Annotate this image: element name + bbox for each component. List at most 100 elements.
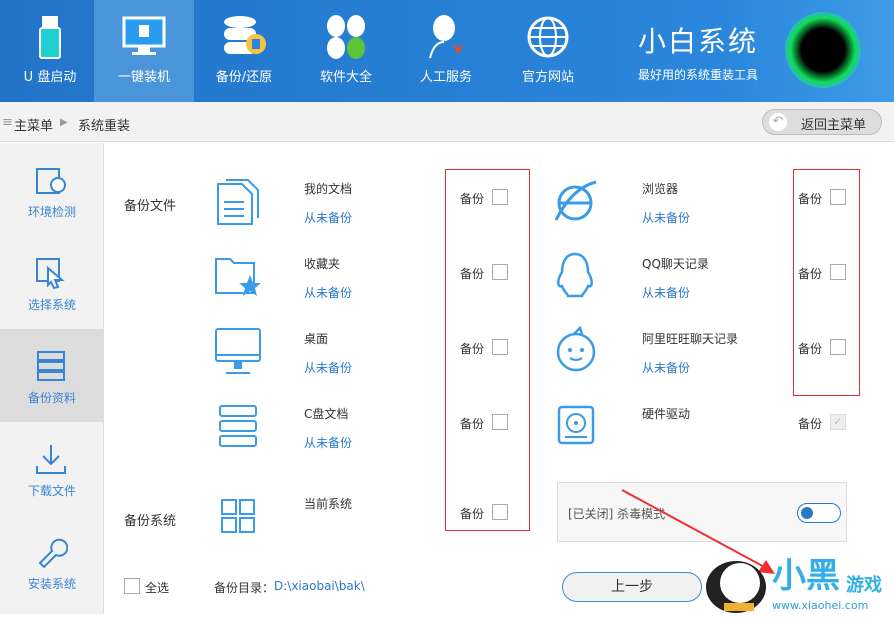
sidebar-item-select-system[interactable]: 选择系统 bbox=[0, 236, 104, 329]
back-to-main-button[interactable]: ↶ 返回主菜单 bbox=[762, 109, 882, 135]
sidebar-item-backup-data[interactable]: 备份资料 bbox=[0, 329, 104, 422]
backup-c-drive-checkbox[interactable] bbox=[492, 414, 508, 430]
usb-icon bbox=[28, 14, 72, 60]
sidebar-label: 安装系统 bbox=[27, 577, 76, 591]
backup-label: 备份 bbox=[460, 342, 485, 356]
menu-lines-icon: ≡ bbox=[2, 115, 13, 130]
monitor-windows-icon bbox=[122, 14, 166, 60]
sidebar: 环境检测 选择系统 备份资料 下载文件 安装系统 bbox=[0, 143, 104, 614]
document-icon bbox=[214, 178, 262, 226]
favorites-folder-icon bbox=[214, 255, 262, 297]
backup-label: 备份 bbox=[798, 342, 823, 356]
brand: 小白系统 最好用的系统重装工具 bbox=[638, 20, 758, 83]
backup-label: 备份 bbox=[460, 507, 485, 521]
nav-label: 官方网站 bbox=[521, 70, 574, 85]
undo-icon: ↶ bbox=[769, 113, 787, 131]
sidebar-label: 下载文件 bbox=[27, 484, 76, 498]
select-all-label: 全选 bbox=[145, 581, 170, 595]
item-status: 从未备份 bbox=[304, 361, 353, 375]
app-logo-icon bbox=[785, 12, 861, 88]
item-status: 从未备份 bbox=[642, 211, 691, 225]
browser-ie-icon bbox=[552, 178, 598, 224]
backup-label: 备份 bbox=[460, 267, 485, 281]
backup-browser-checkbox[interactable] bbox=[830, 189, 846, 205]
backup-drivers-checkbox-disabled: ✓ bbox=[830, 414, 846, 430]
server-icon bbox=[34, 349, 68, 383]
backup-my-documents-checkbox[interactable] bbox=[492, 189, 508, 205]
sidebar-label: 选择系统 bbox=[27, 298, 76, 312]
antivirus-mode-toggle[interactable] bbox=[797, 503, 841, 523]
item-status: 从未备份 bbox=[304, 211, 353, 225]
nav-label: 人工服务 bbox=[419, 70, 472, 85]
back-label: 返回主菜单 bbox=[801, 118, 867, 133]
brand-title: 小白系统 bbox=[638, 25, 759, 58]
backup-qq-checkbox[interactable] bbox=[830, 264, 846, 280]
nav-usb-boot[interactable]: U 盘启动 bbox=[0, 0, 100, 102]
backup-label: 备份 bbox=[460, 192, 485, 206]
nav-label: U 盘启动 bbox=[23, 70, 77, 85]
backup-label: 备份 bbox=[798, 267, 823, 281]
svg-text:游戏: 游戏 bbox=[846, 574, 882, 596]
item-name: 浏览器 bbox=[642, 182, 679, 196]
backup-aliwangwang-checkbox[interactable] bbox=[830, 339, 846, 355]
backup-favorites-checkbox[interactable] bbox=[492, 264, 508, 280]
cursor-icon bbox=[34, 256, 68, 290]
item-name: C盘文档 bbox=[304, 407, 349, 421]
watermark: 小黑 游戏 www.xiaohei.com bbox=[700, 545, 894, 614]
svg-text:小黑: 小黑 bbox=[772, 556, 840, 596]
item-name: QQ聊天记录 bbox=[642, 257, 709, 271]
nav-label: 一键装机 bbox=[117, 70, 170, 85]
sidebar-item-install[interactable]: 安装系统 bbox=[0, 515, 104, 608]
backup-label: 备份 bbox=[798, 192, 823, 206]
backup-dir-link[interactable]: D:\xiaobai\bak\ bbox=[274, 579, 365, 593]
nav-software[interactable]: 软件大全 bbox=[296, 0, 396, 102]
section-backup-files: 备份文件 bbox=[124, 199, 177, 214]
chevron-right-icon: ▶ bbox=[60, 117, 68, 128]
sidebar-item-env-check[interactable]: 环境检测 bbox=[0, 143, 104, 236]
sidebar-label: 备份资料 bbox=[27, 391, 76, 405]
top-bar: U 盘启动 一键装机 备份/还原 软件大全 人工服务 官方网站 小白系统 最好用… bbox=[0, 0, 894, 102]
download-icon bbox=[34, 442, 68, 476]
item-name: 收藏夹 bbox=[304, 257, 341, 271]
item-name: 当前系统 bbox=[304, 497, 353, 511]
backup-label: 备份 bbox=[798, 417, 823, 431]
breadcrumb: ≡ 主菜单 ▶ 系统重装 ↶ 返回主菜单 bbox=[0, 102, 894, 142]
nav-label: 软件大全 bbox=[319, 70, 372, 85]
clover-icon bbox=[324, 14, 368, 60]
breadcrumb-current: 系统重装 bbox=[78, 119, 131, 134]
aliwangwang-icon bbox=[554, 325, 598, 374]
svg-text:www.xiaohei.com: www.xiaohei.com bbox=[772, 599, 868, 612]
globe-icon bbox=[526, 14, 570, 60]
desktop-monitor-icon bbox=[214, 327, 262, 375]
qq-penguin-icon bbox=[554, 250, 596, 300]
drive-stack-icon bbox=[218, 404, 258, 448]
nav-website[interactable]: 官方网站 bbox=[498, 0, 598, 102]
database-icon bbox=[222, 14, 266, 60]
backup-desktop-checkbox[interactable] bbox=[492, 339, 508, 355]
gear-box-icon bbox=[34, 163, 68, 197]
nav-support[interactable]: 人工服务 bbox=[396, 0, 496, 102]
item-name: 硬件驱动 bbox=[642, 407, 691, 421]
windows-icon bbox=[220, 498, 256, 534]
section-backup-system: 备份系统 bbox=[124, 514, 177, 529]
breadcrumb-home[interactable]: 主菜单 bbox=[14, 115, 53, 134]
backup-current-system-checkbox[interactable] bbox=[492, 504, 508, 520]
nav-one-click-install[interactable]: 一键装机 bbox=[94, 0, 194, 102]
item-name: 我的文档 bbox=[304, 182, 353, 196]
item-status: 从未备份 bbox=[642, 286, 691, 300]
toggle-knob bbox=[801, 507, 813, 519]
item-name: 阿里旺旺聊天记录 bbox=[642, 332, 739, 346]
item-name: 桌面 bbox=[304, 332, 329, 346]
backup-dir-label: 备份目录： bbox=[214, 581, 275, 595]
hard-drive-icon bbox=[557, 405, 595, 445]
brand-subtitle: 最好用的系统重装工具 bbox=[638, 68, 759, 82]
person-heart-icon bbox=[424, 14, 468, 60]
nav-label: 备份/还原 bbox=[215, 70, 273, 85]
sidebar-label: 环境检测 bbox=[27, 205, 76, 219]
select-all-checkbox[interactable] bbox=[124, 578, 140, 594]
backup-label: 备份 bbox=[460, 417, 485, 431]
item-status: 从未备份 bbox=[642, 361, 691, 375]
sidebar-item-download[interactable]: 下载文件 bbox=[0, 422, 104, 515]
nav-backup-restore[interactable]: 备份/还原 bbox=[194, 0, 294, 102]
item-status: 从未备份 bbox=[304, 286, 353, 300]
